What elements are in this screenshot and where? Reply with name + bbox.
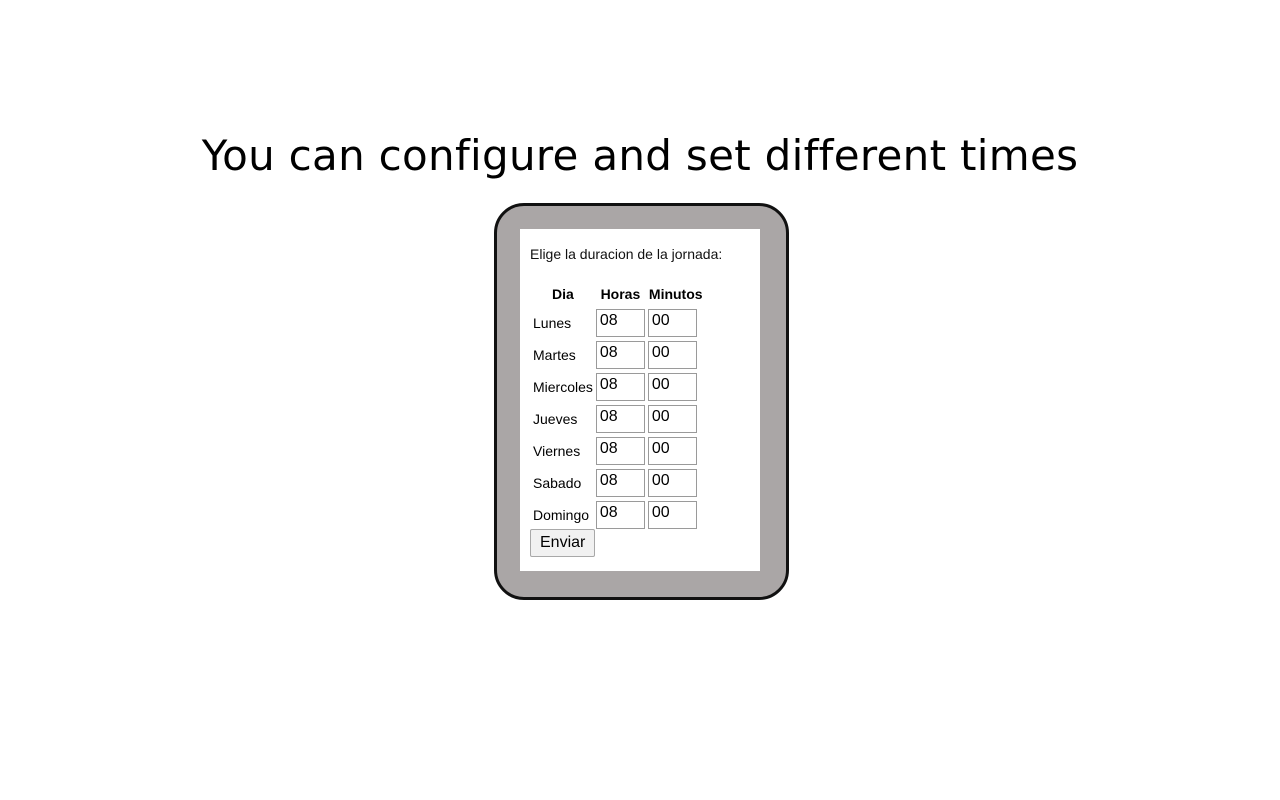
minutes-input-sabado[interactable] — [647, 469, 697, 497]
schedule-table: Dia Horas Minutos Lunes Martes Miercol — [530, 281, 707, 532]
schedule-row-jueves: Jueves — [533, 404, 704, 434]
hours-input-domingo[interactable] — [595, 501, 645, 529]
column-header-hours: Horas — [600, 286, 641, 302]
column-header-day: Dia — [552, 286, 574, 302]
schedule-row-martes: Martes — [533, 340, 704, 370]
day-label: Sabado — [533, 475, 582, 491]
hours-input-miercoles[interactable] — [595, 373, 645, 401]
device-screen: Elige la duracion de la jornada: Dia Hor… — [520, 229, 760, 571]
page-headline: You can configure and set different time… — [201, 131, 1079, 180]
day-label: Martes — [533, 347, 576, 363]
hours-input-sabado[interactable] — [595, 469, 645, 497]
day-label: Domingo — [533, 507, 590, 523]
schedule-row-sabado: Sabado — [533, 468, 704, 498]
hours-input-viernes[interactable] — [595, 437, 645, 465]
minutes-input-viernes[interactable] — [647, 437, 697, 465]
day-label: Lunes — [533, 315, 572, 331]
day-label: Jueves — [533, 411, 578, 427]
hours-input-lunes[interactable] — [595, 309, 645, 337]
schedule-row-viernes: Viernes — [533, 436, 704, 466]
minutes-input-jueves[interactable] — [647, 405, 697, 433]
minutes-input-lunes[interactable] — [647, 309, 697, 337]
minutes-input-martes[interactable] — [647, 341, 697, 369]
day-label: Miercoles — [533, 379, 593, 395]
column-header-minutes: Minutos — [648, 286, 703, 302]
minutes-input-domingo[interactable] — [647, 501, 697, 529]
schedule-row-lunes: Lunes — [533, 308, 704, 338]
schedule-row-miercoles: Miercoles — [533, 372, 704, 402]
hours-input-jueves[interactable] — [595, 405, 645, 433]
hours-input-martes[interactable] — [595, 341, 645, 369]
device-frame: Elige la duracion de la jornada: Dia Hor… — [494, 203, 789, 600]
schedule-row-domingo: Domingo — [533, 500, 704, 530]
day-label: Viernes — [533, 443, 581, 459]
submit-button[interactable]: Enviar — [530, 529, 596, 557]
minutes-input-miercoles[interactable] — [647, 373, 697, 401]
schedule-header-row: Dia Horas Minutos — [533, 283, 704, 306]
form-prompt: Elige la duracion de la jornada: — [530, 246, 723, 262]
